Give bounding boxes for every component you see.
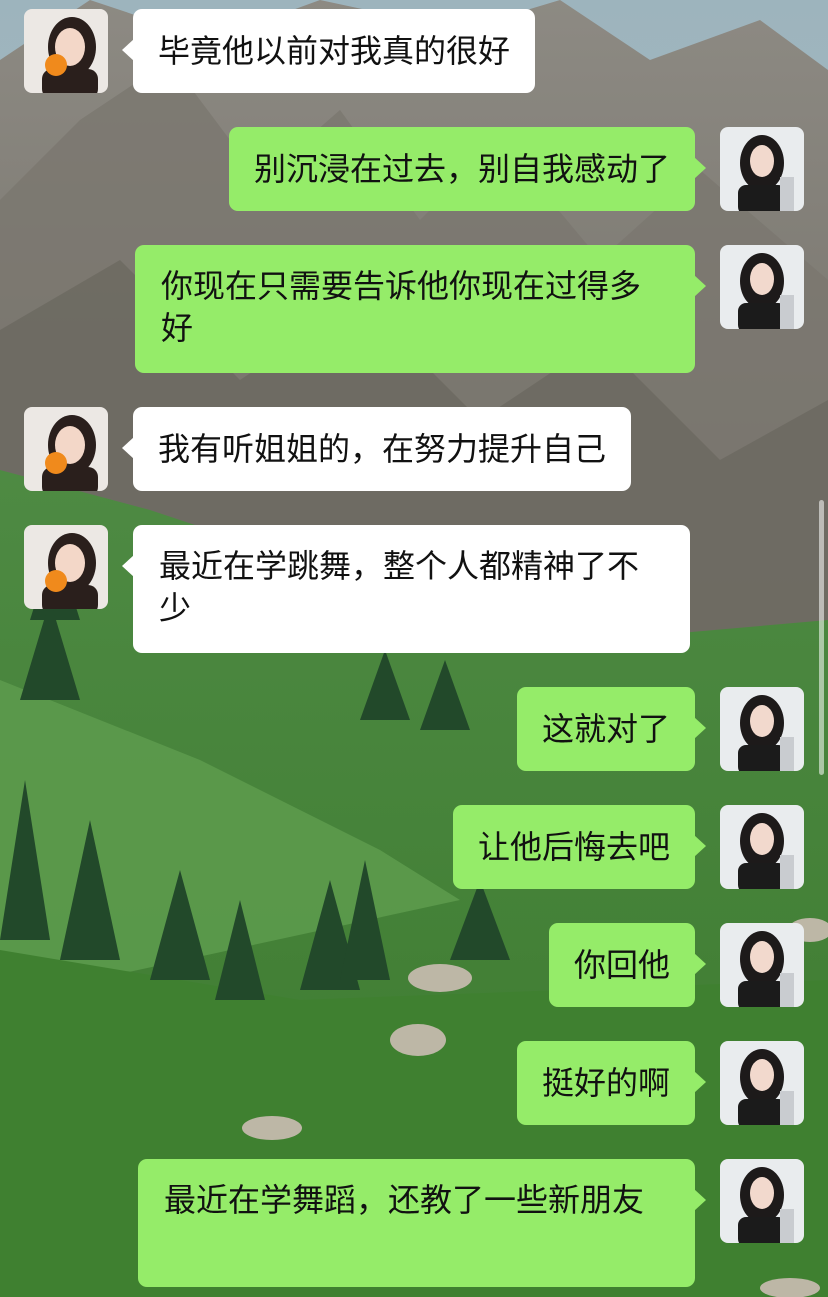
message-bubble[interactable]: 我有听姐姐的，在努力提升自己 xyxy=(121,407,632,491)
message-bubble[interactable]: 最近在学舞蹈，还教了一些新朋友 xyxy=(138,1159,706,1287)
scrollbar[interactable] xyxy=(819,500,824,775)
my-avatar[interactable] xyxy=(720,245,804,329)
message-bubble[interactable]: 你现在只需要告诉他你现在过得多好 xyxy=(135,245,706,373)
chat-message-list[interactable]: 毕竟他以前对我真的很好 别沉浸在过去，别自我感动了 你现在只需要告诉他你现在过得… xyxy=(0,0,828,1297)
my-avatar[interactable] xyxy=(720,1041,804,1125)
message-text: 毕竟他以前对我真的很好 xyxy=(158,32,511,70)
message-bubble[interactable]: 别沉浸在过去，别自我感动了 xyxy=(228,127,707,211)
my-avatar[interactable] xyxy=(720,127,804,211)
message-bubble[interactable]: 最近在学跳舞，整个人都精神了不少 xyxy=(122,525,690,653)
message-bubble[interactable]: 挺好的啊 xyxy=(516,1041,707,1125)
message-text: 你现在只需要告诉他你现在过得多好 xyxy=(161,267,642,347)
contact-avatar[interactable] xyxy=(24,407,108,491)
contact-avatar[interactable] xyxy=(24,9,108,93)
message-text: 挺好的啊 xyxy=(541,1064,670,1102)
message-text: 你回他 xyxy=(573,946,670,984)
message-bubble[interactable]: 毕竟他以前对我真的很好 xyxy=(121,9,536,93)
my-avatar[interactable] xyxy=(720,687,804,771)
message-text: 最近在学舞蹈，还教了一些新朋友 xyxy=(164,1181,645,1219)
my-avatar[interactable] xyxy=(720,805,804,889)
message-text: 别沉浸在过去，别自我感动了 xyxy=(253,150,670,188)
message-text: 让他后悔去吧 xyxy=(477,828,670,866)
my-avatar[interactable] xyxy=(720,923,804,1007)
message-bubble[interactable]: 这就对了 xyxy=(516,687,707,771)
message-text: 最近在学跳舞，整个人都精神了不少 xyxy=(159,547,640,627)
message-bubble[interactable]: 你回他 xyxy=(548,923,707,1007)
message-text: 我有听姐姐的，在努力提升自己 xyxy=(158,430,607,468)
contact-avatar[interactable] xyxy=(24,525,108,609)
message-bubble[interactable]: 让他后悔去吧 xyxy=(452,805,707,889)
my-avatar[interactable] xyxy=(720,1159,804,1243)
message-text: 这就对了 xyxy=(541,710,670,748)
